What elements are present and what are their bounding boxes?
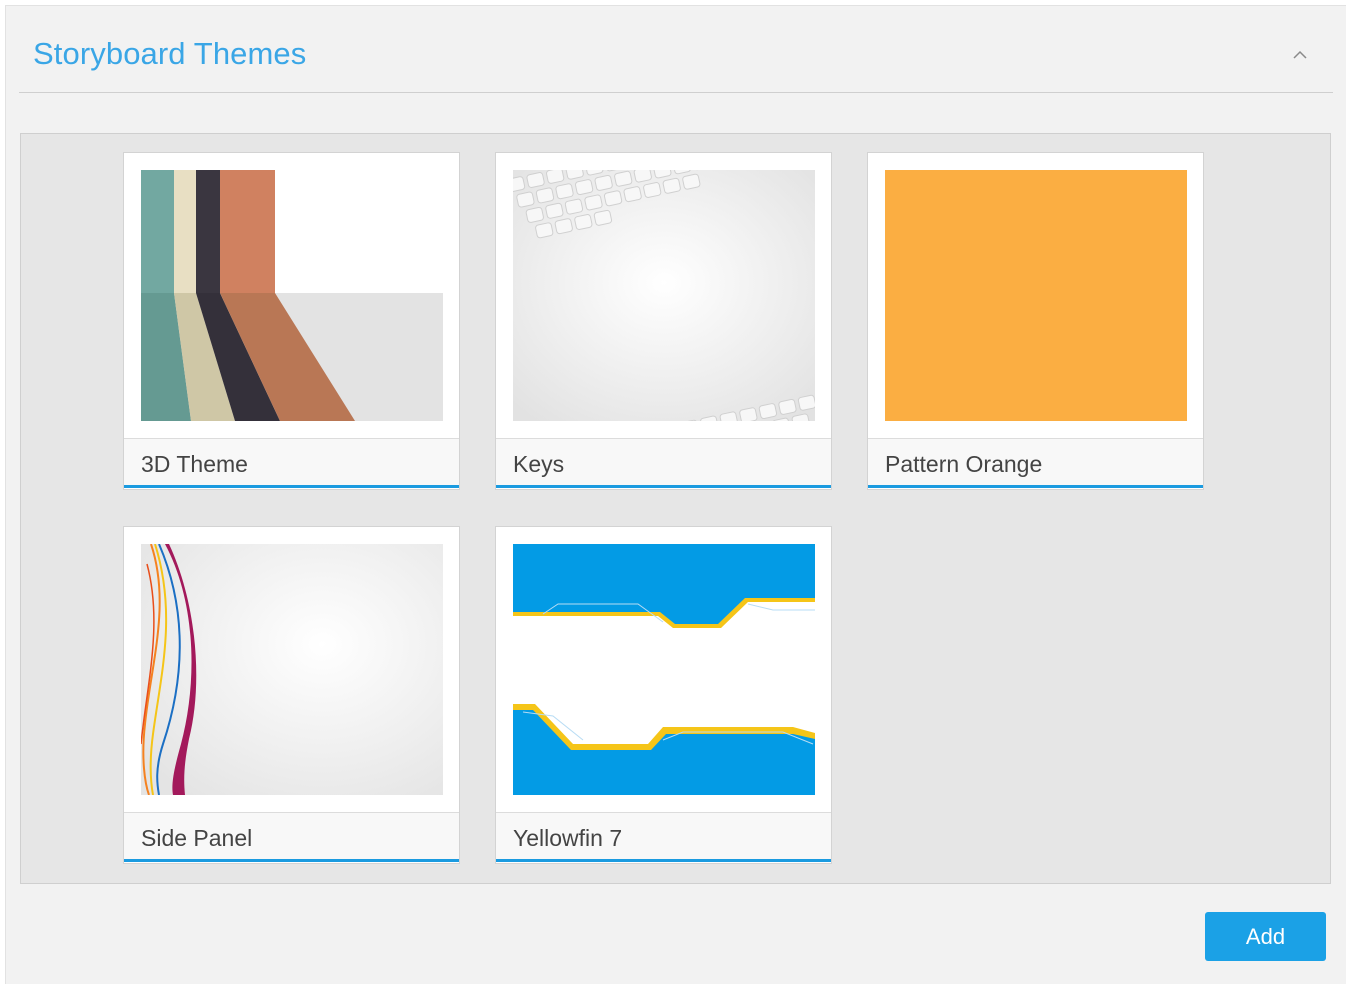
theme-thumbnail-keys	[513, 170, 815, 421]
theme-label-bar: Side Panel	[124, 812, 459, 862]
theme-label-bar: Keys	[496, 438, 831, 488]
theme-label-bar: Pattern Orange	[868, 438, 1203, 488]
theme-card-keys[interactable]: Keys	[495, 152, 832, 490]
theme-label: Keys	[513, 451, 565, 477]
add-button[interactable]: Add	[1205, 912, 1326, 961]
theme-thumbnail-pattern-orange	[885, 170, 1187, 421]
panel-header: Storyboard Themes	[19, 6, 1333, 93]
theme-grid: 3D Theme Keys Pattern Orange Side Panel …	[20, 133, 1331, 884]
theme-label: Yellowfin 7	[513, 825, 623, 851]
panel-title: Storyboard Themes	[33, 36, 307, 71]
chevron-up-icon[interactable]	[1287, 42, 1313, 68]
theme-card-pattern-orange[interactable]: Pattern Orange	[867, 152, 1204, 490]
theme-card-side-panel[interactable]: Side Panel	[123, 526, 460, 864]
theme-thumbnail-3d-theme	[141, 170, 443, 421]
theme-thumbnail-yellowfin-7	[513, 544, 815, 795]
theme-label: Side Panel	[141, 825, 253, 851]
theme-thumbnail-side-panel	[141, 544, 443, 795]
theme-label-bar: 3D Theme	[124, 438, 459, 488]
theme-card-3d-theme[interactable]: 3D Theme	[123, 152, 460, 490]
theme-card-yellowfin-7[interactable]: Yellowfin 7	[495, 526, 832, 864]
storyboard-themes-panel: Storyboard Themes 3D Theme Keys Pattern …	[5, 5, 1346, 984]
theme-label-bar: Yellowfin 7	[496, 812, 831, 862]
theme-label: Pattern Orange	[885, 451, 1043, 477]
theme-label: 3D Theme	[141, 451, 248, 477]
